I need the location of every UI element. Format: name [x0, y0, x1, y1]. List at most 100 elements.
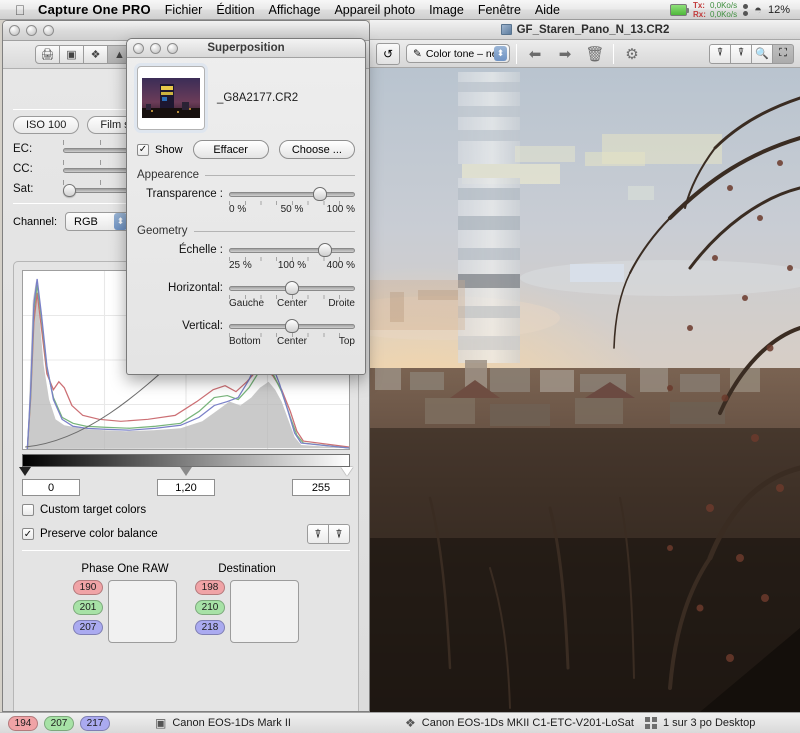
zoom-button[interactable]	[43, 25, 54, 36]
capture-icon[interactable]: 🖨	[35, 45, 60, 64]
eyedropper-plus-icon[interactable]: ⍒	[328, 524, 350, 544]
slider-ec-label: EC:	[13, 142, 33, 155]
rx-value: 0,0Ko/s	[709, 9, 738, 19]
menu-item-edition[interactable]: Édition	[216, 3, 254, 17]
menu-app-name[interactable]: Capture One PRO	[38, 2, 151, 17]
grid-icon	[645, 717, 657, 729]
status-chip-green: 207	[44, 715, 74, 731]
crop-icon[interactable]: ⛶	[772, 43, 794, 64]
channel-select[interactable]: RGB	[65, 212, 132, 231]
eyedropper-icon[interactable]: ⍒	[307, 524, 329, 544]
tx-value: 0,0Ko/s	[709, 0, 738, 10]
overlay-file-row: _G8A2177.CR2	[137, 66, 355, 130]
overlay-thumbnail[interactable]	[137, 66, 205, 130]
image-window-title: GF_Staren_Pano_N_13.CR2	[516, 23, 670, 36]
destination-color-swatch[interactable]	[230, 580, 299, 643]
choose-button[interactable]: Choose ...	[278, 140, 355, 159]
pencil-icon: ✎	[413, 47, 422, 60]
wifi-icon[interactable]: ◓	[754, 3, 762, 16]
color-readout-columns: Phase One RAW 190 201 207 Destination 19…	[22, 563, 350, 643]
fan-icon[interactable]: ❖	[83, 45, 108, 64]
echelle-slider[interactable]: Échelle :	[137, 243, 355, 257]
vertical-slider[interactable]: Vertical:	[137, 319, 355, 333]
magnifier-icon[interactable]: 🔍	[751, 43, 773, 64]
dialog-close-button[interactable]	[133, 42, 144, 54]
preset-select[interactable]: ✎ Color tone – neu	[406, 44, 510, 63]
thumbnail-image	[142, 78, 200, 118]
vertical-tick-max: Top	[338, 336, 355, 347]
dialog-window-controls[interactable]	[133, 42, 178, 54]
transparence-tick-mid: 50 %	[280, 204, 304, 215]
status-chip-red: 194	[8, 715, 38, 731]
horizontal-tick-mid: Center	[276, 298, 308, 309]
menu-item-aide[interactable]: Aide	[535, 3, 560, 17]
camera-icon[interactable]: ▣	[59, 45, 84, 64]
transparence-tick-max: 100 %	[326, 204, 355, 215]
eyedropper-plus-icon[interactable]: ⍒	[730, 43, 752, 64]
camera-icon: ▣	[155, 716, 167, 730]
rotate-icon[interactable]: ↺	[376, 42, 400, 65]
superposition-dialog: Superposition _G8A2177.CR2 ✓ Show Efface…	[126, 38, 366, 375]
network-stats[interactable]: Tx: 0,0Ko/s Rx: 0,0Ko/s	[693, 1, 737, 19]
preserve-color-balance-checkbox[interactable]: ✓	[22, 528, 34, 540]
image-preview[interactable]	[370, 68, 800, 712]
custom-target-colors-checkbox[interactable]	[22, 504, 34, 516]
status-profile-text: Canon EOS-1Ds MKII C1-ETC-V201-LoSat	[421, 717, 634, 729]
preserve-color-balance-row[interactable]: ✓ Preserve color balance ⍒ ⍒	[22, 524, 350, 544]
trash-icon[interactable]: 🗑	[583, 42, 607, 66]
dialog-zoom-button[interactable]	[167, 42, 178, 54]
dialog-minimize-button[interactable]	[150, 42, 161, 54]
status-chip-blue: 217	[80, 715, 110, 731]
image-window-titlebar[interactable]: GF_Staren_Pano_N_13.CR2	[370, 20, 800, 40]
apple-logo-icon[interactable]: 	[12, 3, 28, 17]
eyedropper-icon[interactable]: ⍒	[709, 43, 731, 64]
menu-item-fichier[interactable]: Fichier	[165, 3, 203, 17]
minimize-button[interactable]	[26, 25, 37, 36]
levels-black-input[interactable]: 0	[22, 479, 80, 496]
levels-black-marker[interactable]	[19, 467, 31, 476]
menu-extra-icon[interactable]	[743, 3, 749, 16]
transparence-slider[interactable]: Transparence :	[137, 187, 355, 201]
horizontal-slider[interactable]: Horizontal:	[137, 281, 355, 295]
source-color-swatch[interactable]	[108, 580, 177, 643]
custom-target-colors-label: Custom target colors	[40, 504, 147, 516]
status-camera: ▣ Canon EOS-1Ds Mark II	[155, 716, 291, 730]
battery-icon[interactable]	[669, 3, 689, 16]
image-window: GF_Staren_Pano_N_13.CR2 ↺ ✎ Color tone –…	[370, 20, 800, 712]
levels-gamma-marker[interactable]	[180, 467, 192, 476]
thumbnail-svg	[142, 78, 200, 118]
levels-gamma-input[interactable]: 1,20	[157, 479, 215, 496]
iso-button[interactable]: ISO 100	[13, 116, 80, 134]
transparence-label: Transparence :	[146, 188, 223, 200]
menu-item-image[interactable]: Image	[429, 3, 464, 17]
arrow-left-icon[interactable]: ⬅	[523, 42, 547, 66]
show-checkbox[interactable]: ✓	[137, 143, 149, 156]
status-bar: 194 207 217 ▣ Canon EOS-1Ds Mark II ❖ Ca…	[0, 712, 800, 733]
echelle-tick-mid: 100 %	[277, 260, 307, 271]
arrow-right-icon[interactable]: ➡	[553, 42, 577, 66]
transparence-scale: 0 % 50 % 100 %	[229, 201, 355, 215]
dialog-titlebar[interactable]: Superposition	[127, 39, 365, 58]
custom-target-colors-row[interactable]: Custom target colors	[22, 504, 350, 516]
gears-icon[interactable]: ⚙	[620, 42, 644, 66]
transparence-tick-min: 0 %	[229, 204, 247, 215]
menu-item-affichage[interactable]: Affichage	[269, 3, 321, 17]
appearance-legend: Appearence	[137, 169, 355, 181]
levels-white-input[interactable]: 255	[292, 479, 350, 496]
slider-sat-label: Sat:	[13, 182, 34, 195]
window-controls[interactable]	[9, 25, 54, 36]
menu-item-fenetre[interactable]: Fenêtre	[478, 3, 521, 17]
levels-white-marker[interactable]	[341, 467, 353, 476]
menu-item-appareil-photo[interactable]: Appareil photo	[334, 3, 415, 17]
channel-label: Channel:	[13, 215, 58, 228]
photo-svg	[370, 68, 800, 712]
levels-gradient-bar[interactable]	[22, 454, 350, 467]
close-button[interactable]	[9, 25, 20, 36]
menu-bar-status-items: Tx: 0,0Ko/s Rx: 0,0Ko/s ◓ 12%	[669, 1, 794, 19]
battery-percent[interactable]: 12%	[768, 4, 790, 16]
mac-menu-bar:  Capture One PRO Fichier Édition Affich…	[0, 0, 800, 20]
clear-button[interactable]: Effacer	[192, 140, 269, 159]
echelle-tick-min: 25 %	[229, 260, 252, 271]
column-header: Phase One RAW	[81, 563, 169, 575]
horizontal-label: Horizontal:	[168, 282, 223, 294]
